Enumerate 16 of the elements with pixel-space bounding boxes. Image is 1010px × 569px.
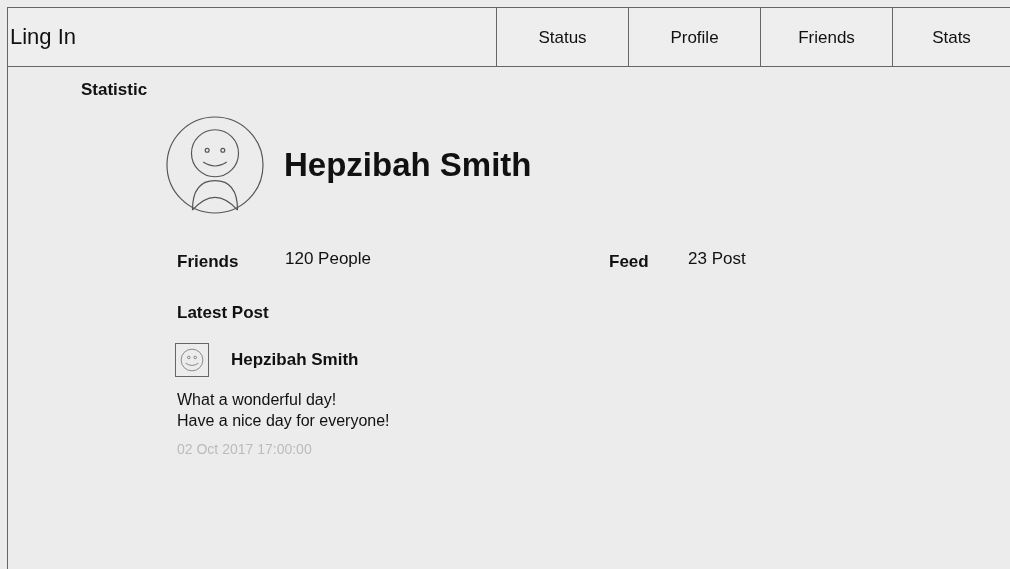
post-text: What a wonderful day! Have a nice day for everyone! (177, 389, 391, 431)
avatar-icon (166, 115, 264, 214)
profile-name: Hepzibah Smith (284, 144, 532, 185)
post-author: Hepzibah Smith (231, 348, 359, 371)
nav-tab[interactable]: Status (496, 8, 628, 66)
stat-value: 120 People (285, 247, 372, 270)
stat-value: 23 Post (688, 247, 746, 270)
app-title: Ling In (9, 23, 78, 51)
nav-tab[interactable]: Stats (892, 8, 1010, 66)
stat-label: Feed (609, 250, 650, 273)
nav-tab[interactable]: Profile (628, 8, 760, 66)
stat-label: Friends (177, 250, 240, 273)
page-heading: Statistic (81, 79, 149, 101)
section-heading: Latest Post (177, 302, 270, 324)
nav-tab[interactable]: Friends (760, 8, 892, 66)
post-avatar-icon (175, 342, 209, 377)
